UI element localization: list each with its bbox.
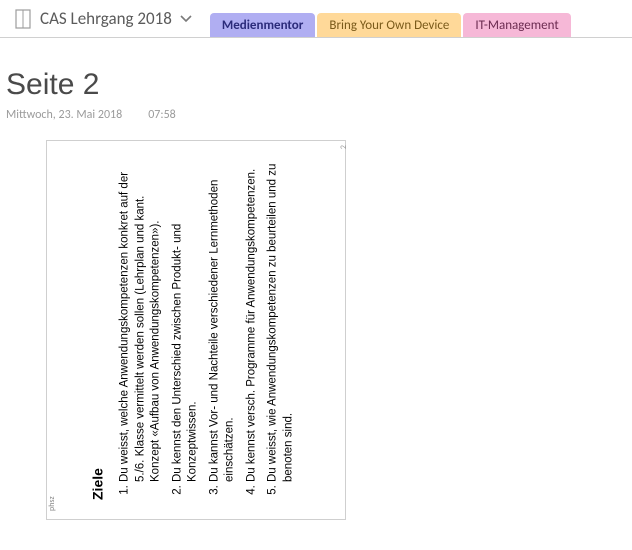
notebook-icon — [14, 9, 32, 29]
page-time: 07:58 — [148, 108, 176, 122]
embedded-printout[interactable]: Ziele Du weisst, welche Anwendungskompet… — [46, 140, 346, 520]
page-meta: Mittwoch, 23. Mai 2018 07:58 — [6, 108, 626, 122]
page-title[interactable]: Seite 2 — [6, 68, 626, 102]
section-tabs: Medienmentor Bring Your Own Device IT-Ma… — [210, 0, 573, 37]
tab-byod[interactable]: Bring Your Own Device — [317, 13, 461, 37]
slide-footer: phsz — [47, 496, 57, 511]
goals-list: Du weisst, welche Anwendungskompetenzen … — [117, 160, 296, 500]
notebook-title[interactable]: CAS Lehrgang 2018 — [40, 8, 172, 29]
page-date: Mittwoch, 23. Mai 2018 — [6, 108, 122, 122]
page-canvas[interactable]: Seite 2 Mittwoch, 23. Mai 2018 07:58 Zie… — [0, 38, 632, 550]
list-item: Du weisst, welche Anwendungskompetenzen … — [117, 160, 164, 482]
slide-page-number: 2 — [339, 145, 349, 149]
chevron-down-icon[interactable] — [180, 15, 192, 23]
tab-medienmentor[interactable]: Medienmentor — [210, 13, 316, 37]
tab-it-management[interactable]: IT-Management — [463, 13, 570, 37]
list-item: Du kannst Vor- und Nachteile verschieden… — [207, 160, 238, 482]
slide-heading: Ziele — [89, 160, 105, 500]
list-item: Du kennst den Unterschied zwischen Produ… — [170, 160, 201, 482]
list-item: Du weisst, wie Anwendungskompetenzen zu … — [266, 160, 297, 482]
notebook-header: CAS Lehrgang 2018 Medienmentor Bring You… — [0, 0, 632, 38]
list-item: Du kennst versch. Programme für Anwendun… — [244, 160, 260, 482]
embedded-content: Ziele Du weisst, welche Anwendungskompet… — [89, 160, 302, 500]
